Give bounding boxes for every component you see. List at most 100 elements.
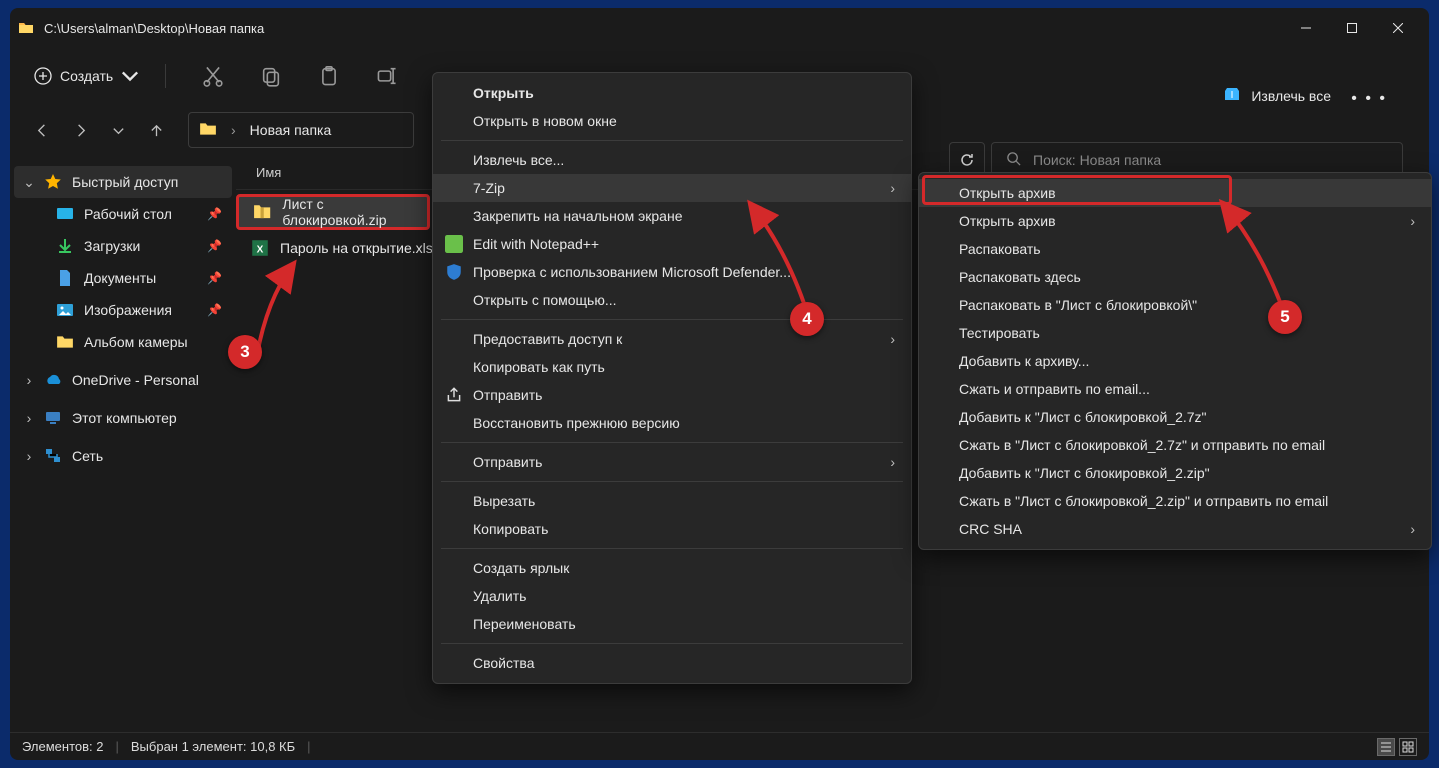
menu-copy-as-path[interactable]: Копировать как путь bbox=[433, 353, 911, 381]
sidebar-item-network[interactable]: › Сеть bbox=[14, 440, 232, 472]
close-button[interactable] bbox=[1375, 12, 1421, 44]
submenu-add-to-archive[interactable]: Добавить к архиву... bbox=[919, 347, 1431, 375]
window-controls bbox=[1283, 12, 1421, 44]
chevron-right-icon: › bbox=[24, 372, 34, 388]
submenu-7zip: Открыть архив Открыть архив› Распаковать… bbox=[918, 172, 1432, 550]
chevron-right-icon: › bbox=[24, 448, 34, 464]
shield-icon bbox=[445, 263, 463, 281]
menu-extract-all[interactable]: Извлечь все... bbox=[433, 146, 911, 174]
submenu-extract[interactable]: Распаковать bbox=[919, 235, 1431, 263]
sidebar-label: OneDrive - Personal bbox=[72, 372, 199, 388]
document-icon bbox=[56, 269, 74, 287]
sidebar-label: Альбом камеры bbox=[84, 334, 188, 350]
sidebar-item-desktop[interactable]: Рабочий стол 📌 bbox=[14, 198, 232, 230]
chevron-right-icon: › bbox=[890, 454, 895, 470]
forward-button[interactable] bbox=[64, 114, 96, 146]
sidebar-item-this-pc[interactable]: › Этот компьютер bbox=[14, 402, 232, 434]
column-name-label: Имя bbox=[256, 165, 281, 180]
menu-separator bbox=[441, 548, 903, 549]
maximize-button[interactable] bbox=[1329, 12, 1375, 44]
new-label: Создать bbox=[60, 68, 113, 84]
folder-icon bbox=[199, 120, 217, 141]
submenu-add-7z[interactable]: Добавить к "Лист с блокировкой_2.7z" bbox=[919, 403, 1431, 431]
menu-defender-scan[interactable]: Проверка с использованием Microsoft Defe… bbox=[433, 258, 911, 286]
menu-restore-version[interactable]: Восстановить прежнюю версию bbox=[433, 409, 911, 437]
menu-share[interactable]: Отправить bbox=[433, 381, 911, 409]
navigation-pane: ⌄ Быстрый доступ Рабочий стол 📌 Загрузки… bbox=[10, 156, 236, 732]
sidebar-label: Рабочий стол bbox=[84, 206, 172, 222]
titlebar: C:\Users\alman\Desktop\Новая папка bbox=[10, 8, 1429, 48]
menu-copy[interactable]: Копировать bbox=[433, 515, 911, 543]
submenu-compress-7z-email[interactable]: Сжать в "Лист с блокировкой_2.7z" и отпр… bbox=[919, 431, 1431, 459]
menu-separator bbox=[441, 442, 903, 443]
submenu-extract-here[interactable]: Распаковать здесь bbox=[919, 263, 1431, 291]
submenu-compress-zip-email[interactable]: Сжать в "Лист с блокировкой_2.zip" и отп… bbox=[919, 487, 1431, 515]
extract-all-button[interactable]: Извлечь все bbox=[1223, 85, 1331, 106]
chevron-right-icon: › bbox=[890, 331, 895, 347]
context-menu: Открыть Открыть в новом окне Извлечь все… bbox=[432, 72, 912, 684]
sidebar-item-documents[interactable]: Документы 📌 bbox=[14, 262, 232, 294]
pin-icon: 📌 bbox=[207, 207, 222, 221]
separator bbox=[165, 64, 166, 88]
minimize-button[interactable] bbox=[1283, 12, 1329, 44]
up-button[interactable] bbox=[140, 114, 172, 146]
submenu-test[interactable]: Тестировать bbox=[919, 319, 1431, 347]
sidebar-item-camera-roll[interactable]: Альбом камеры bbox=[14, 326, 232, 358]
submenu-open-archive[interactable]: Открыть архив bbox=[919, 179, 1431, 207]
submenu-extract-to[interactable]: Распаковать в "Лист с блокировкой\" bbox=[919, 291, 1431, 319]
menu-pin-start[interactable]: Закрепить на начальном экране bbox=[433, 202, 911, 230]
more-button[interactable]: • • • bbox=[1351, 90, 1387, 108]
cut-icon[interactable] bbox=[202, 65, 224, 87]
menu-properties[interactable]: Свойства bbox=[433, 649, 911, 677]
paste-icon[interactable] bbox=[318, 65, 340, 87]
extract-label: Извлечь все bbox=[1251, 88, 1331, 104]
menu-rename[interactable]: Переименовать bbox=[433, 610, 911, 638]
copy-icon[interactable] bbox=[260, 65, 282, 87]
separator: | bbox=[115, 739, 118, 754]
details-view-button[interactable] bbox=[1377, 738, 1395, 756]
submenu-open-archive-sub[interactable]: Открыть архив› bbox=[919, 207, 1431, 235]
download-icon bbox=[56, 237, 74, 255]
image-icon bbox=[56, 301, 74, 319]
menu-separator bbox=[441, 140, 903, 141]
sidebar-item-onedrive[interactable]: › OneDrive - Personal bbox=[14, 364, 232, 396]
back-button[interactable] bbox=[26, 114, 58, 146]
file-row-zip[interactable]: Лист с блокировкой.zip bbox=[236, 194, 430, 230]
separator: | bbox=[307, 739, 310, 754]
chevron-right-icon: › bbox=[890, 180, 895, 196]
submenu-add-zip[interactable]: Добавить к "Лист с блокировкой_2.zip" bbox=[919, 459, 1431, 487]
rename-icon[interactable] bbox=[376, 65, 398, 87]
menu-send-to[interactable]: Отправить› bbox=[433, 448, 911, 476]
chevron-right-icon: › bbox=[1410, 213, 1415, 229]
sidebar-item-pictures[interactable]: Изображения 📌 bbox=[14, 294, 232, 326]
window-title: C:\Users\alman\Desktop\Новая папка bbox=[44, 21, 264, 36]
chevron-right-icon: › bbox=[24, 410, 34, 426]
menu-create-shortcut[interactable]: Создать ярлык bbox=[433, 554, 911, 582]
sidebar-item-downloads[interactable]: Загрузки 📌 bbox=[14, 230, 232, 262]
address-bar[interactable]: › Новая папка bbox=[188, 112, 414, 148]
menu-open-new-window[interactable]: Открыть в новом окне bbox=[433, 107, 911, 135]
submenu-compress-email[interactable]: Сжать и отправить по email... bbox=[919, 375, 1431, 403]
menu-open-with[interactable]: Открыть с помощью... bbox=[433, 286, 911, 314]
menu-open[interactable]: Открыть bbox=[433, 79, 911, 107]
menu-delete[interactable]: Удалить bbox=[433, 582, 911, 610]
menu-grant-access[interactable]: Предоставить доступ к› bbox=[433, 325, 911, 353]
recent-dropdown[interactable] bbox=[102, 114, 134, 146]
menu-separator bbox=[441, 481, 903, 482]
submenu-crc-sha[interactable]: CRC SHA› bbox=[919, 515, 1431, 543]
menu-edit-notepadpp[interactable]: Edit with Notepad++ bbox=[433, 230, 911, 258]
breadcrumb-segment[interactable]: Новая папка bbox=[250, 122, 332, 138]
status-selection: Выбран 1 элемент: 10,8 КБ bbox=[131, 739, 295, 754]
menu-cut[interactable]: Вырезать bbox=[433, 487, 911, 515]
sidebar-label: Документы bbox=[84, 270, 156, 286]
sidebar-item-quick-access[interactable]: ⌄ Быстрый доступ bbox=[14, 166, 232, 198]
new-button[interactable]: Создать bbox=[26, 61, 147, 91]
menu-separator bbox=[441, 643, 903, 644]
icons-view-button[interactable] bbox=[1399, 738, 1417, 756]
plus-circle-icon bbox=[34, 67, 52, 85]
callout-badge-4: 4 bbox=[790, 302, 824, 336]
pin-icon: 📌 bbox=[207, 239, 222, 253]
menu-7zip[interactable]: 7-Zip› bbox=[433, 174, 911, 202]
chevron-right-icon: › bbox=[1410, 521, 1415, 537]
file-name: Пароль на открытие.xlsx bbox=[280, 240, 440, 256]
